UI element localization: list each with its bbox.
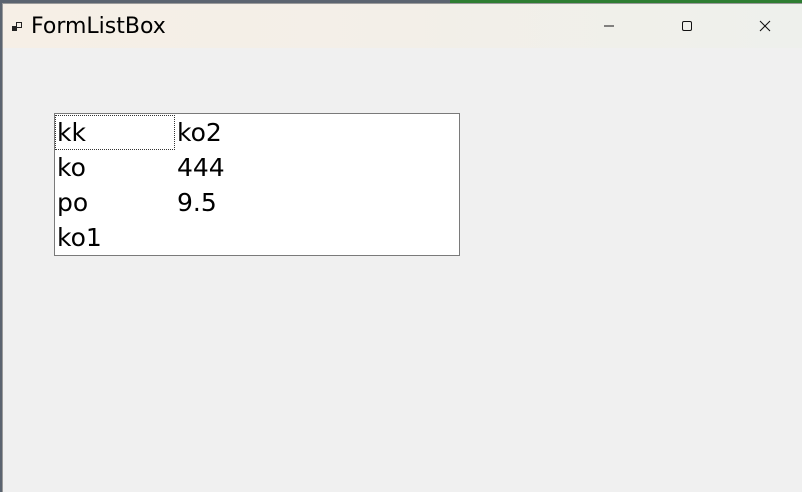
list-item[interactable]: ko1 [55, 220, 175, 255]
app-icon[interactable] [12, 18, 24, 31]
close-button[interactable] [726, 4, 802, 48]
list-item[interactable]: ko2 [175, 115, 459, 150]
close-icon [759, 17, 771, 36]
minimize-icon [603, 17, 615, 36]
maximize-icon [681, 17, 693, 36]
list-item[interactable]: ko [55, 150, 175, 185]
maximize-button[interactable] [648, 4, 726, 48]
list-item[interactable]: po [55, 185, 175, 220]
multicolumn-listbox[interactable]: kk ko po ko1 ko2 444 9.5 [54, 113, 460, 256]
title-bar[interactable]: FormListBox [3, 4, 802, 48]
form-window: FormListBox kk ko po ko1 ko2 444 9.5 [2, 3, 802, 492]
list-item[interactable]: 444 [175, 150, 459, 185]
window-title: FormListBox [31, 14, 166, 39]
list-item[interactable]: kk [55, 115, 175, 150]
list-item[interactable]: 9.5 [175, 185, 459, 220]
minimize-button[interactable] [570, 4, 648, 48]
